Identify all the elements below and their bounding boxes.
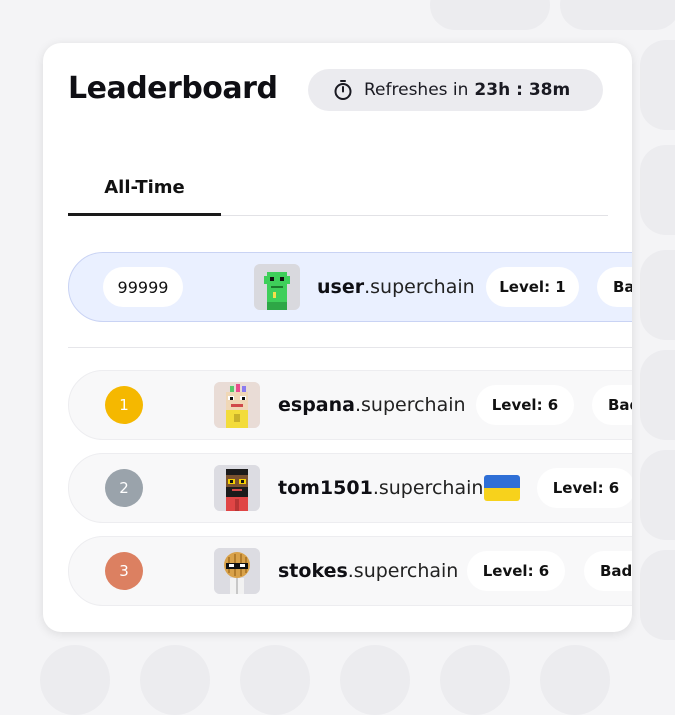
leader-handle: stokes xyxy=(278,560,348,582)
refresh-time: 23h : 38m xyxy=(474,80,571,100)
user-domain: .superchain xyxy=(364,276,475,298)
user-score-pill: 99999 xyxy=(103,267,183,307)
level-pill: Level: 6 xyxy=(467,551,565,591)
leader-name: tom1501 .superchain xyxy=(278,454,483,522)
avatar xyxy=(214,382,260,428)
leader-handle: espana xyxy=(278,394,355,416)
level-pill: Level: 6 xyxy=(476,385,574,425)
user-badge-pill: Ba xyxy=(597,267,632,307)
user-level-pill: Level: 1 xyxy=(486,267,579,307)
badge-pill: Bad xyxy=(584,551,632,591)
rank-badge: 1 xyxy=(105,386,143,424)
level-label: Level: 6 xyxy=(552,479,620,497)
leader-domain: .superchain xyxy=(372,477,484,499)
user-badge-label: Ba xyxy=(613,278,632,296)
frog-avatar-icon xyxy=(254,264,300,310)
user-handle: user xyxy=(317,276,365,298)
tab-all-time-label: All-Time xyxy=(104,176,185,198)
leader-domain: .superchain xyxy=(354,394,466,416)
level-label: Level: 6 xyxy=(491,396,559,414)
section-divider xyxy=(68,347,632,348)
avatar xyxy=(214,465,260,511)
avatar xyxy=(214,548,260,594)
level-label: Level: 6 xyxy=(482,562,550,580)
bearded-avatar-icon xyxy=(214,465,260,511)
leader-name: stokes .superchain xyxy=(278,537,458,605)
timer-icon xyxy=(332,79,354,101)
leaderboard-row[interactable]: 1 espana .superchain Level: 6 Ba xyxy=(68,370,632,440)
ukraine-flag-icon xyxy=(484,475,520,501)
leader-name: espana .superchain xyxy=(278,371,466,439)
leader-handle: tom1501 xyxy=(278,477,373,499)
page-title: Leaderboard xyxy=(68,71,278,106)
rank-number: 1 xyxy=(119,396,129,414)
current-user-row[interactable]: 99999 user .superchain Level: 1 Ba xyxy=(68,252,632,322)
badge-pill: Bad xyxy=(592,385,632,425)
leaderboard-row[interactable]: 3 stokes .superchain Level: 6 Bad xyxy=(68,536,632,606)
tab-active-indicator xyxy=(68,213,221,216)
rank-badge: 3 xyxy=(105,552,143,590)
rank-number: 3 xyxy=(119,562,129,580)
badge-label: Bad xyxy=(608,396,632,414)
tab-all-time[interactable]: All-Time xyxy=(68,158,221,216)
leaderboard-card: Leaderboard Refreshes in 23h : 38m All-T… xyxy=(43,43,632,632)
user-name: user .superchain xyxy=(317,253,475,321)
punk-avatar-icon xyxy=(214,382,260,428)
badge-label: Bad xyxy=(600,562,632,580)
avatar xyxy=(254,264,300,310)
waffle-avatar-icon xyxy=(214,548,260,594)
rank-number: 2 xyxy=(119,479,129,497)
refresh-timer-badge: Refreshes in 23h : 38m xyxy=(308,69,603,111)
rank-badge: 2 xyxy=(105,469,143,507)
leaderboard-row[interactable]: 2 tom1501 .superchain Level: 6 xyxy=(68,453,632,523)
level-pill: Level: 6 xyxy=(537,468,632,508)
leader-domain: .superchain xyxy=(347,560,459,582)
user-score: 99999 xyxy=(117,277,169,297)
user-level: Level: 1 xyxy=(499,278,566,296)
refresh-label: Refreshes in xyxy=(364,80,469,100)
